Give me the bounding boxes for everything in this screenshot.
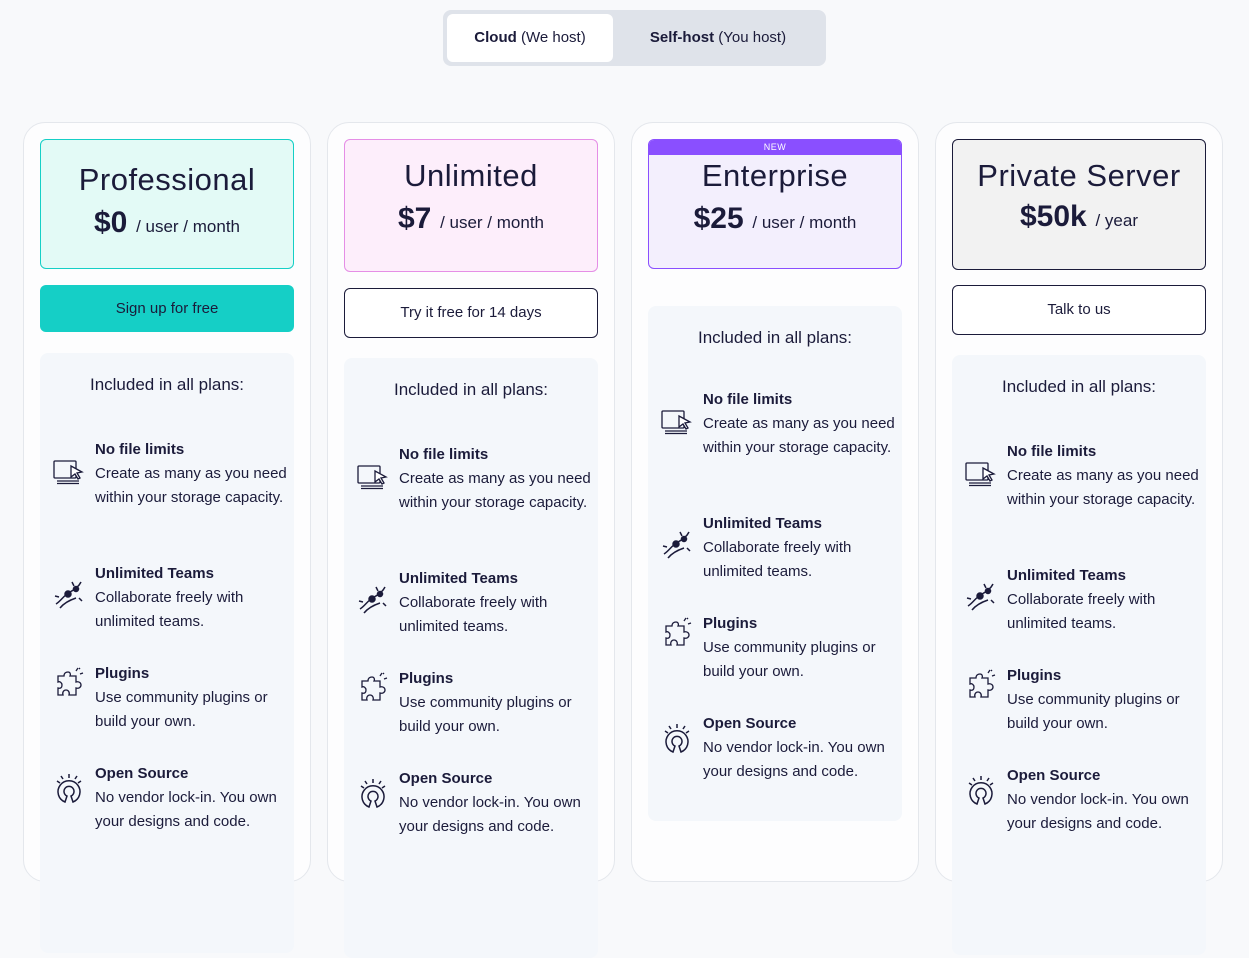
file-icon	[52, 454, 86, 488]
price-amount: $0	[93, 206, 128, 239]
features-panel: Included in all plans: No file limits Cre…	[344, 358, 598, 958]
plan-header: Unlimited $7 / user / month	[344, 139, 598, 272]
file-icon	[964, 456, 998, 490]
feature-desc: No vendor lock-in. You own your designs …	[703, 739, 885, 780]
sign-up-button[interactable]: Sign up for free	[40, 285, 294, 332]
features-title: Included in all plans:	[1001, 377, 1157, 396]
plan-card-unlimited: Unlimited $7 / user / month Try it free …	[327, 122, 615, 958]
file-icon	[356, 459, 390, 493]
puzzle-icon	[52, 666, 86, 700]
try-free-button[interactable]: Try it free for 14 days	[344, 288, 598, 338]
puzzle-icon	[660, 616, 694, 650]
open-source-icon	[660, 722, 694, 756]
feature-desc: Use community plugins or build your own.	[399, 694, 572, 735]
feature-desc: Create as many as you need within your s…	[95, 465, 287, 506]
price-period: / user / month	[435, 213, 545, 232]
price-amount: $25	[693, 202, 744, 235]
feature-desc: Use community plugins or build your own.	[703, 639, 876, 680]
talk-to-us-button[interactable]: Talk to us	[952, 285, 1206, 335]
features-title: Included in all plans:	[697, 328, 853, 347]
cloud-label: Cloud	[474, 29, 517, 46]
plan-name: Enterprise	[701, 158, 849, 193]
feature-desc: Collaborate freely with unlimited teams.	[95, 589, 244, 630]
plan-header: NEW Enterprise $25 / user / month	[648, 139, 902, 269]
features-panel: Included in all plans: No file limits Cre…	[648, 306, 902, 821]
feature-desc: Collaborate freely with unlimited teams.	[1007, 591, 1156, 632]
price-period: / user / month	[131, 217, 241, 236]
teams-icon	[964, 580, 998, 614]
plan-header: Private Server $50k / year	[952, 139, 1206, 270]
feature-desc: No vendor lock-in. You own your designs …	[399, 794, 581, 835]
self-host-sublabel: (You host)	[714, 29, 787, 46]
feature-title: No file limits	[399, 446, 489, 463]
feature-title: Plugins	[1007, 667, 1062, 684]
feature-title: Open Source	[95, 765, 189, 782]
plan-name: Unlimited	[404, 158, 538, 193]
plan-card-professional: Professional $0 / user / month Sign up f…	[23, 122, 311, 953]
plan-card-enterprise: NEW Enterprise $25 / user / month Includ…	[631, 122, 919, 882]
cloud-option[interactable]: Cloud (We host)	[447, 14, 613, 62]
feature-title: Open Source	[1007, 767, 1101, 784]
teams-icon	[660, 528, 694, 562]
puzzle-icon	[964, 668, 998, 702]
feature-desc: Use community plugins or build your own.	[95, 689, 268, 730]
hosting-toggle: Cloud (We host) Self-host (You host)	[443, 10, 826, 66]
feature-title: Open Source	[399, 770, 493, 787]
plan-price: $7 / user / month	[345, 202, 597, 236]
price-period: / year	[1090, 211, 1138, 230]
feature-title: No file limits	[703, 391, 793, 408]
feature-desc: Create as many as you need within your s…	[703, 415, 895, 456]
features-title: Included in all plans:	[89, 375, 245, 394]
plan-price: $25 / user / month	[649, 202, 901, 236]
plan-name: Professional	[78, 162, 256, 197]
plan-header: Professional $0 / user / month	[40, 139, 294, 269]
open-source-icon	[964, 774, 998, 808]
puzzle-icon	[356, 671, 390, 705]
plan-price: $0 / user / month	[41, 206, 293, 240]
self-host-label: Self-host	[649, 29, 715, 46]
feature-desc: No vendor lock-in. You own your designs …	[95, 789, 277, 830]
feature-desc: Create as many as you need within your s…	[1007, 467, 1199, 508]
plan-card-private-server: Private Server $50k / year Talk to us In…	[935, 122, 1223, 955]
self-host-option[interactable]: Self-host (You host)	[615, 14, 821, 62]
open-source-icon	[356, 777, 390, 811]
feature-desc: Use community plugins or build your own.	[1007, 691, 1180, 732]
feature-title: No file limits	[1007, 443, 1097, 460]
feature-title: Plugins	[703, 615, 758, 632]
feature-title: Plugins	[399, 670, 454, 687]
feature-desc: Collaborate freely with unlimited teams.	[399, 594, 548, 635]
teams-icon	[52, 578, 86, 612]
file-icon	[660, 404, 694, 438]
cloud-sublabel: (We host)	[516, 29, 586, 46]
price-amount: $50k	[1020, 200, 1087, 233]
feature-title: Plugins	[95, 665, 150, 682]
plan-name: Private Server	[977, 158, 1181, 193]
features-title: Included in all plans:	[393, 380, 549, 399]
new-badge: NEW	[649, 140, 901, 155]
feature-desc: No vendor lock-in. You own your designs …	[1007, 791, 1189, 832]
teams-icon	[356, 583, 390, 617]
feature-title: Unlimited Teams	[703, 515, 822, 532]
price-period: / user / month	[747, 213, 857, 232]
price-amount: $7	[397, 202, 432, 235]
features-panel: Included in all plans: No file limits Cre…	[40, 353, 294, 953]
open-source-icon	[52, 772, 86, 806]
feature-desc: Create as many as you need within your s…	[399, 470, 591, 511]
feature-title: Unlimited Teams	[399, 570, 518, 587]
feature-desc: Collaborate freely with unlimited teams.	[703, 539, 852, 580]
feature-title: Unlimited Teams	[95, 565, 214, 582]
feature-title: No file limits	[95, 441, 185, 458]
feature-title: Open Source	[703, 715, 797, 732]
features-panel: Included in all plans: No file limits Cre…	[952, 355, 1206, 955]
plan-price: $50k / year	[953, 200, 1205, 234]
feature-title: Unlimited Teams	[1007, 567, 1126, 584]
